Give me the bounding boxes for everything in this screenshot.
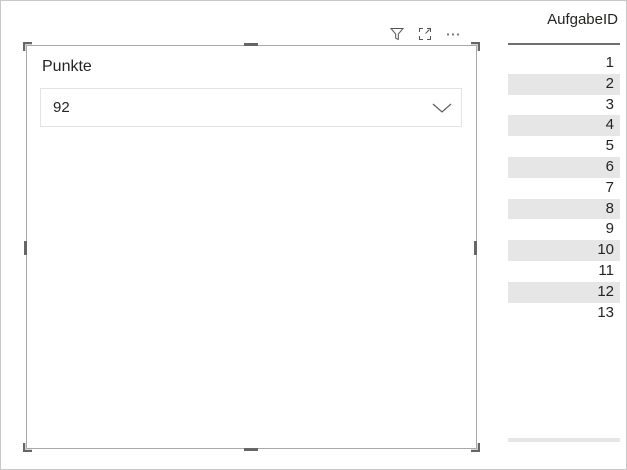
- header-divider: [508, 43, 620, 45]
- slicer-visual[interactable]: Punkte 92: [26, 45, 477, 449]
- table-row: 6: [508, 156, 620, 178]
- focus-mode-icon[interactable]: [413, 23, 437, 45]
- chevron-down-icon[interactable]: [431, 100, 453, 116]
- report-canvas: ⋯ Punkte 92 AufgabeID 1 2 3 4 5 6 7 8 9 …: [0, 0, 627, 470]
- slicer-dropdown[interactable]: 92: [40, 88, 462, 127]
- table-row: 1: [605, 54, 614, 71]
- table-row: 7: [605, 178, 614, 196]
- table-bottom-edge: [508, 438, 620, 442]
- resize-handle-right[interactable]: [474, 241, 477, 255]
- more-options-label: ⋯: [445, 26, 461, 43]
- visual-header: ⋯: [381, 23, 481, 45]
- table-rows: 1 2 3 4 5 6 7 8 9 10 11 12 13: [508, 53, 620, 323]
- column-header-aufgabeid[interactable]: AufgabeID: [508, 11, 622, 33]
- resize-handle-top[interactable]: [244, 43, 258, 46]
- resize-handle-bottom-right[interactable]: [471, 443, 480, 452]
- dropdown-selected-value: 92: [53, 99, 70, 116]
- table-row: 10: [508, 240, 620, 261]
- table-row: 4: [508, 115, 620, 137]
- resize-handle-bottom[interactable]: [244, 448, 258, 451]
- table-row: 11: [598, 261, 614, 279]
- resize-handle-bottom-left[interactable]: [23, 443, 32, 452]
- resize-handle-left[interactable]: [24, 241, 27, 255]
- slicer-title: Punkte: [42, 58, 92, 75]
- table-row: 5: [605, 137, 614, 155]
- resize-handle-top-left[interactable]: [23, 42, 32, 51]
- filter-icon[interactable]: [385, 23, 409, 45]
- resize-handle-top-right[interactable]: [471, 42, 480, 51]
- more-options-icon[interactable]: ⋯: [441, 23, 465, 45]
- table-row: 9: [605, 220, 614, 238]
- table-row: 8: [508, 198, 620, 220]
- table-row: 2: [508, 73, 620, 95]
- table-row: 3: [605, 95, 614, 113]
- table-row: 12: [508, 281, 620, 303]
- table-row: 13: [597, 303, 614, 321]
